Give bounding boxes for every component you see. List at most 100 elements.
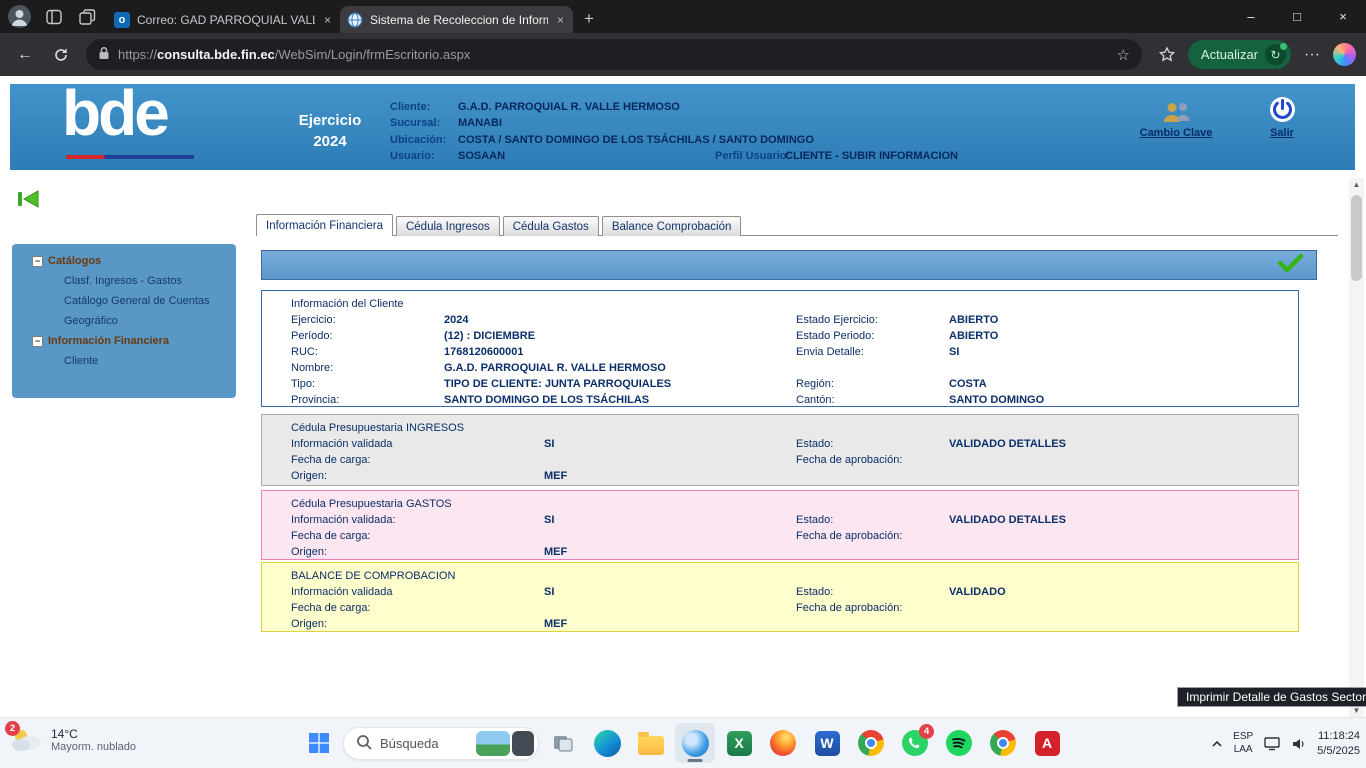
close-tab-icon[interactable]: ×: [555, 13, 566, 27]
task-view-icon[interactable]: [543, 723, 583, 763]
scrollbar-thumb[interactable]: [1351, 195, 1362, 281]
tree-item-catalogo-general-cuentas[interactable]: Catálogo General de Cuentas: [12, 291, 236, 311]
cambio-clave-label: Cambio Clave: [1120, 127, 1232, 139]
search-highlight-icon[interactable]: [512, 731, 534, 756]
close-tab-icon[interactable]: ×: [322, 13, 333, 27]
minimize-button[interactable]: –: [1228, 0, 1274, 33]
salir-link[interactable]: Salir: [1253, 96, 1311, 139]
field-value: ABIERTO: [949, 328, 1290, 344]
profile-avatar-icon[interactable]: [8, 5, 31, 28]
excel-icon[interactable]: X: [719, 723, 759, 763]
usuario-value: SOSAAN: [458, 148, 715, 164]
new-tab-button[interactable]: +: [573, 9, 605, 29]
info-row: RUC:1768120600001 Envia Detalle:SI: [291, 344, 1290, 360]
start-button[interactable]: [299, 723, 339, 763]
tree-item-catalogos[interactable]: − Catálogos: [12, 251, 236, 271]
tab-actions-icon[interactable]: [77, 7, 97, 27]
browser-tab-mail[interactable]: o Correo: GAD PARROQUIAL VALLE ×: [107, 6, 340, 33]
collapse-icon[interactable]: −: [32, 256, 43, 267]
collapse-icon[interactable]: −: [32, 336, 43, 347]
field-label: [796, 616, 949, 632]
tab-cedula-gastos[interactable]: Cédula Gastos: [503, 216, 599, 236]
chrome-alt-icon[interactable]: [983, 723, 1023, 763]
field-value: [544, 600, 796, 616]
tree-item-geografico[interactable]: Geográfico: [12, 311, 236, 331]
taskbar-search[interactable]: Búsqueda: [343, 727, 539, 760]
page-scrollbar[interactable]: ▲ ▼: [1349, 178, 1364, 717]
close-window-button[interactable]: ×: [1320, 0, 1366, 33]
browser-tab-sistema[interactable]: Sistema de Recoleccion de Inform ×: [340, 6, 573, 33]
cambio-clave-link[interactable]: Cambio Clave: [1120, 101, 1232, 139]
validated-check-icon[interactable]: [1276, 253, 1304, 278]
weather-widget[interactable]: 2 14°C Mayorm. nublado: [8, 726, 136, 754]
firefox-icon[interactable]: [763, 723, 803, 763]
field-label: Origen:: [291, 468, 544, 484]
word-icon[interactable]: W: [807, 723, 847, 763]
tree-label: Cliente: [64, 355, 98, 367]
weather-icon: 2: [8, 726, 44, 754]
network-icon[interactable]: [1263, 736, 1281, 751]
tab-cedula-ingresos[interactable]: Cédula Ingresos: [396, 216, 500, 236]
cliente-label: Cliente:: [390, 99, 458, 115]
maximize-button[interactable]: □: [1274, 0, 1320, 33]
field-value: SI: [544, 512, 796, 528]
tree-item-cliente[interactable]: Cliente: [12, 351, 236, 371]
volume-icon[interactable]: [1291, 737, 1307, 751]
field-value: 2024: [444, 312, 796, 328]
refresh-icon[interactable]: [46, 40, 76, 70]
language-code: ESP: [1233, 731, 1253, 744]
tab-label: Balance Comprobación: [612, 221, 732, 233]
field-value: SI: [544, 436, 796, 452]
actualizar-button[interactable]: Actualizar ↻: [1188, 40, 1291, 69]
field-label: Envia Detalle:: [796, 344, 949, 360]
info-row: Origen:MEF: [291, 468, 1290, 484]
search-highlight-image[interactable]: [476, 731, 510, 756]
address-bar[interactable]: https://consulta.bde.fin.ec/WebSim/Login…: [86, 39, 1142, 70]
running-indicator: [688, 759, 703, 762]
scroll-up-icon[interactable]: ▲: [1349, 180, 1364, 189]
field-value: [949, 600, 1290, 616]
acrobat-icon[interactable]: A: [1027, 723, 1067, 763]
weather-temp: 14°C: [51, 727, 136, 741]
sidebar-panel-icon[interactable]: [44, 7, 64, 27]
web-page: bde Ejercicio 2024 Cliente: G.A.D. PARRO…: [0, 76, 1366, 717]
url-domain: consulta.bde.fin.ec: [157, 47, 275, 62]
field-value: [949, 544, 1290, 560]
taskbar: 2 14°C Mayorm. nublado Búsqueda: [0, 717, 1366, 768]
scroll-down-icon[interactable]: ▼: [1349, 706, 1364, 715]
field-label: Información validada:: [291, 512, 544, 528]
cedula-gastos-panel: Cédula Presupuestaria GASTOS Información…: [261, 490, 1299, 560]
language-indicator[interactable]: ESP LAA: [1233, 731, 1253, 756]
edge-active-icon[interactable]: [675, 723, 715, 763]
tree-item-clasf-ingresos-gastos[interactable]: Clasf. Ingresos - Gastos: [12, 271, 236, 291]
field-label: Fecha de carga:: [291, 528, 544, 544]
more-menu-icon[interactable]: ···: [1297, 40, 1327, 70]
green-back-arrow-icon[interactable]: [16, 189, 40, 214]
favorites-icon[interactable]: [1152, 40, 1182, 70]
browser-navbar: ← https://consulta.bde.fin.ec/WebSim/Log…: [0, 33, 1366, 76]
tab-balance-comprobacion[interactable]: Balance Comprobación: [602, 216, 742, 236]
field-label: [796, 544, 949, 560]
back-icon[interactable]: ←: [10, 40, 40, 70]
tab-informacion-financiera[interactable]: Información Financiera: [256, 214, 393, 236]
copilot-icon[interactable]: [1333, 43, 1356, 66]
field-value: [949, 528, 1290, 544]
field-value: [949, 452, 1290, 468]
edge-icon[interactable]: [587, 723, 627, 763]
favorite-star-icon[interactable]: ☆: [1116, 46, 1129, 64]
file-explorer-icon[interactable]: [631, 723, 671, 763]
field-label: [796, 468, 949, 484]
field-value: MEF: [544, 616, 796, 632]
clock[interactable]: 11:18:24 5/5/2025: [1317, 729, 1360, 758]
url-text: https://consulta.bde.fin.ec/WebSim/Login…: [118, 47, 470, 62]
content-tabstrip: Información Financiera Cédula Ingresos C…: [256, 214, 741, 236]
sidebar-tree: − Catálogos Clasf. Ingresos - Gastos Cat…: [12, 244, 236, 398]
tray-chevron-icon[interactable]: [1211, 740, 1223, 748]
spotify-icon[interactable]: [939, 723, 979, 763]
whatsapp-icon[interactable]: 4: [895, 723, 935, 763]
weather-condition: Mayorm. nublado: [51, 741, 136, 753]
tree-item-informacion-financiera[interactable]: − Información Financiera: [12, 331, 236, 351]
field-label: Estado Periodo:: [796, 328, 949, 344]
field-value: MEF: [544, 468, 796, 484]
chrome-icon[interactable]: [851, 723, 891, 763]
